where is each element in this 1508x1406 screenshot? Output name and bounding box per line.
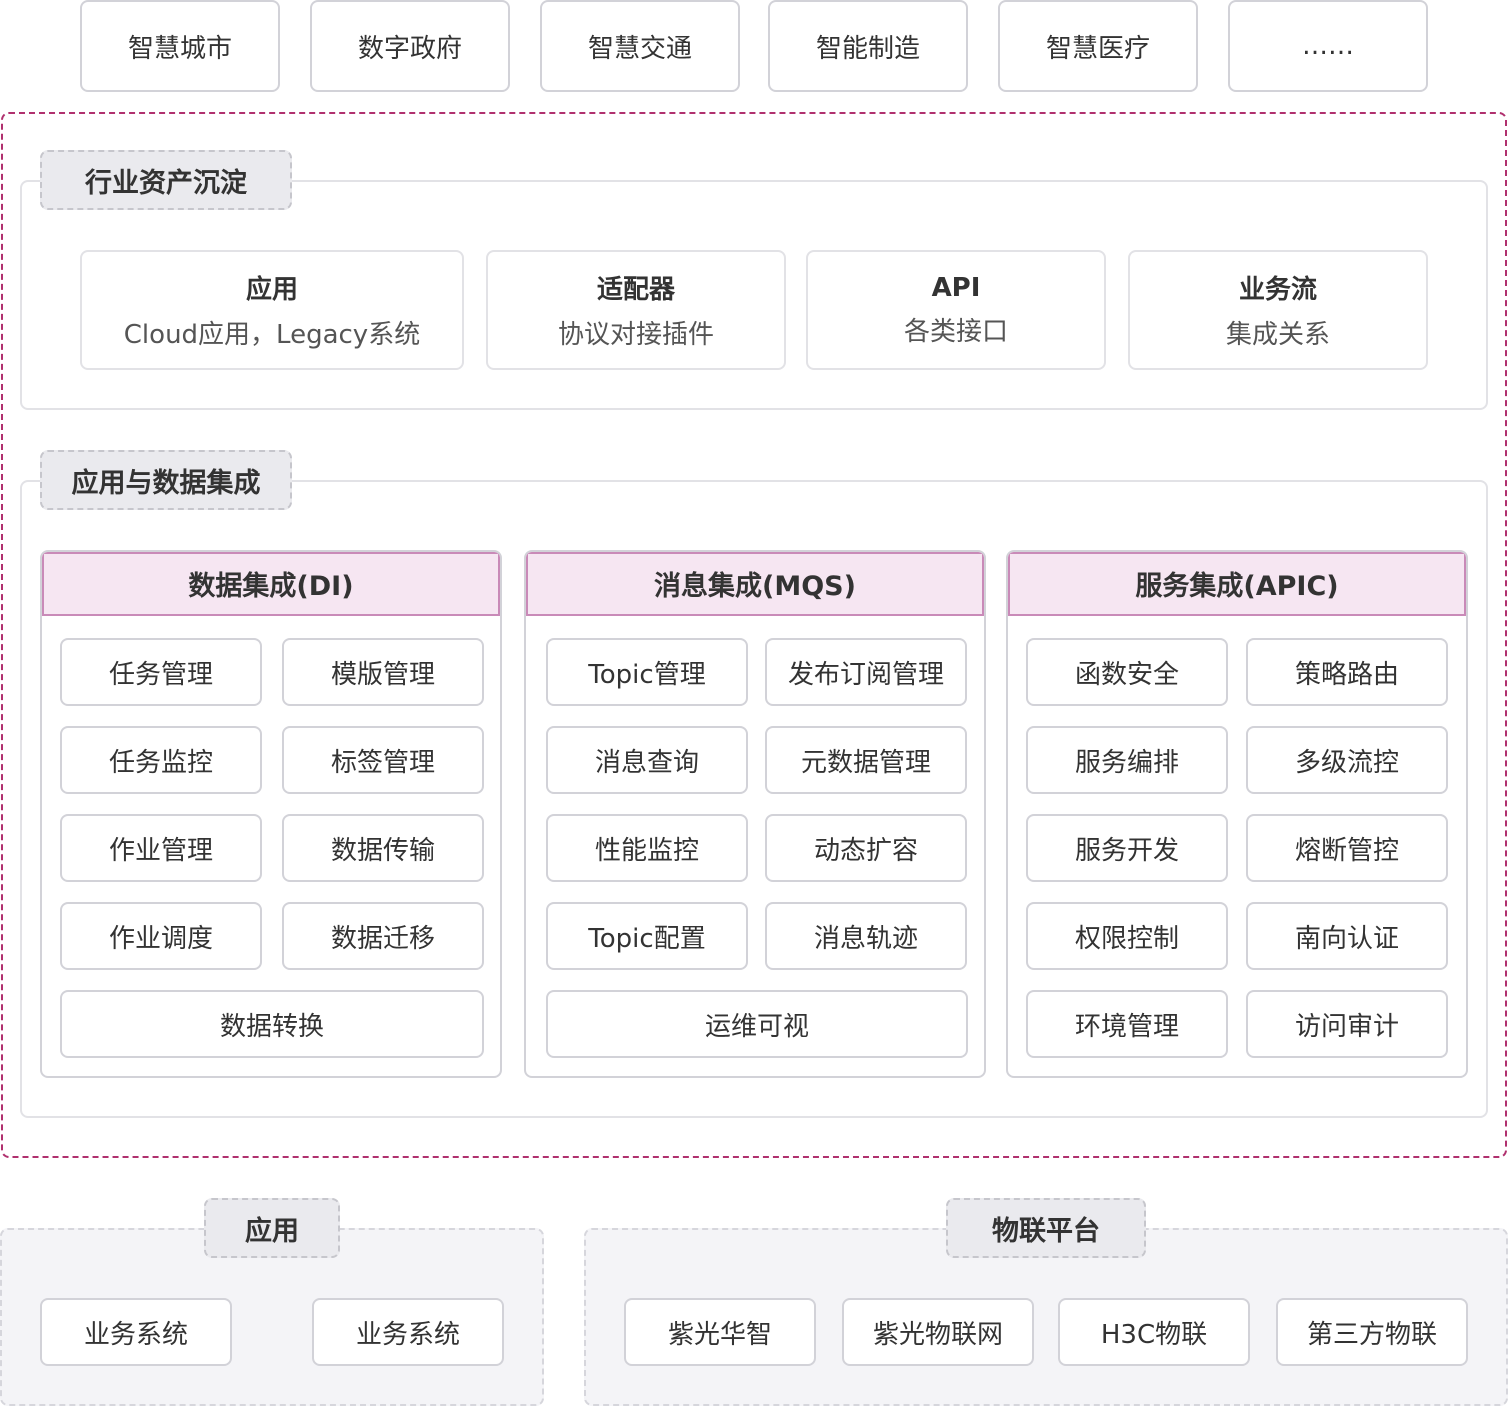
di-item[interactable]: 作业管理 <box>60 814 262 882</box>
industry-more[interactable]: …… <box>1228 0 1428 92</box>
apic-item[interactable]: 环境管理 <box>1026 990 1228 1058</box>
apic-item[interactable]: 服务编排 <box>1026 726 1228 794</box>
di-item[interactable]: 作业调度 <box>60 902 262 970</box>
asset-card-subtitle: Cloud应用，Legacy系统 <box>123 320 421 350</box>
iot-item[interactable]: 紫光华智 <box>624 1298 816 1366</box>
industry-smart-healthcare[interactable]: 智慧医疗 <box>998 0 1198 92</box>
mqs-item[interactable]: 性能监控 <box>546 814 748 882</box>
industry-smart-manufacturing[interactable]: 智能制造 <box>768 0 968 92</box>
asset-card-title: 业务流 <box>1238 275 1317 305</box>
industry-assets-title: 行业资产沉淀 <box>40 150 292 210</box>
integration-title: 应用与数据集成 <box>40 450 292 510</box>
industry-digital-government[interactable]: 数字政府 <box>310 0 510 92</box>
asset-card-adapter[interactable]: 适配器 协议对接插件 <box>486 250 786 370</box>
industry-smart-city[interactable]: 智慧城市 <box>80 0 280 92</box>
apic-item[interactable]: 服务开发 <box>1026 814 1228 882</box>
service-integration-header: 服务集成(APIC) <box>1008 552 1466 616</box>
asset-card-application[interactable]: 应用 Cloud应用，Legacy系统 <box>80 250 464 370</box>
di-item-wide[interactable]: 数据转换 <box>60 990 484 1058</box>
mqs-item[interactable]: 元数据管理 <box>765 726 967 794</box>
apps-title: 应用 <box>204 1198 340 1258</box>
asset-card-business-flow[interactable]: 业务流 集成关系 <box>1128 250 1428 370</box>
iot-item[interactable]: 紫光物联网 <box>842 1298 1034 1366</box>
data-integration-header: 数据集成(DI) <box>42 552 500 616</box>
di-item[interactable]: 标签管理 <box>282 726 484 794</box>
di-item[interactable]: 数据传输 <box>282 814 484 882</box>
iot-title: 物联平台 <box>946 1198 1146 1258</box>
asset-card-title: API <box>931 272 981 303</box>
asset-card-api[interactable]: API 各类接口 <box>806 250 1106 370</box>
asset-card-title: 适配器 <box>596 275 675 305</box>
di-item[interactable]: 模版管理 <box>282 638 484 706</box>
apic-item[interactable]: 访问审计 <box>1246 990 1448 1058</box>
mqs-item[interactable]: 消息轨迹 <box>765 902 967 970</box>
mqs-item-wide[interactable]: 运维可视 <box>546 990 968 1058</box>
iot-item[interactable]: H3C物联 <box>1058 1298 1250 1366</box>
business-system-box[interactable]: 业务系统 <box>312 1298 504 1366</box>
apic-item[interactable]: 南向认证 <box>1246 902 1448 970</box>
mqs-item[interactable]: Topic配置 <box>546 902 748 970</box>
mqs-item[interactable]: 动态扩容 <box>765 814 967 882</box>
apic-item[interactable]: 多级流控 <box>1246 726 1448 794</box>
message-integration-header: 消息集成(MQS) <box>526 552 984 616</box>
mqs-item[interactable]: Topic管理 <box>546 638 748 706</box>
business-system-box[interactable]: 业务系统 <box>40 1298 232 1366</box>
apic-item[interactable]: 权限控制 <box>1026 902 1228 970</box>
asset-card-subtitle: 集成关系 <box>1225 320 1330 350</box>
industry-smart-transport[interactable]: 智慧交通 <box>540 0 740 92</box>
iot-item[interactable]: 第三方物联 <box>1276 1298 1468 1366</box>
di-item[interactable]: 数据迁移 <box>282 902 484 970</box>
di-item[interactable]: 任务管理 <box>60 638 262 706</box>
di-item[interactable]: 任务监控 <box>60 726 262 794</box>
asset-card-subtitle: 协议对接插件 <box>557 320 714 350</box>
asset-card-subtitle: 各类接口 <box>903 316 1008 347</box>
apic-item[interactable]: 函数安全 <box>1026 638 1228 706</box>
asset-card-title: 应用 <box>245 275 298 305</box>
apic-item[interactable]: 熔断管控 <box>1246 814 1448 882</box>
mqs-item[interactable]: 消息查询 <box>546 726 748 794</box>
apic-item[interactable]: 策略路由 <box>1246 638 1448 706</box>
mqs-item[interactable]: 发布订阅管理 <box>765 638 967 706</box>
